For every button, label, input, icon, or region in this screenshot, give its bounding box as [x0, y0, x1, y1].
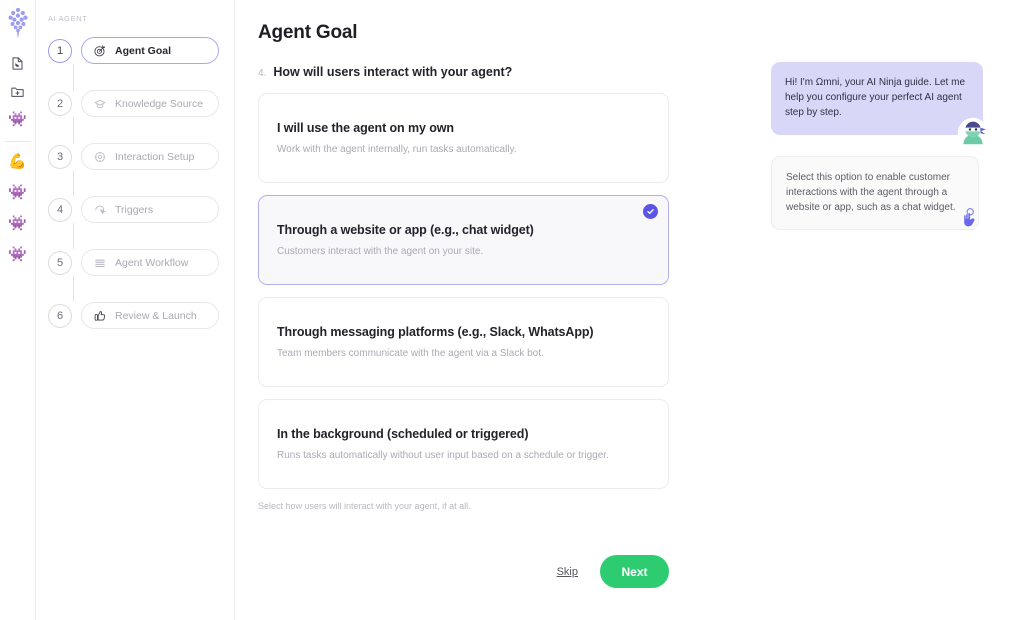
step-number-6: 6 [48, 303, 72, 328]
assistant-message-bubble: Hi! I'm Ωmni, your AI Ninja guide. Let m… [771, 62, 989, 149]
folder-plus-icon [11, 87, 24, 97]
step-connector [73, 64, 74, 90]
option-card-own-use[interactable]: I will use the agent on my own Work with… [258, 93, 669, 183]
skip-button[interactable]: Skip [557, 566, 578, 578]
step-pill-agent-goal[interactable]: Agent Goal [81, 37, 219, 64]
thumbs-up-icon [92, 308, 107, 323]
question-number: 4. [258, 68, 267, 79]
page-title: Agent Goal [258, 22, 358, 43]
robot-face-icon: 👾 [8, 110, 27, 128]
step-pill-review-launch[interactable]: Review & Launch [81, 302, 219, 329]
target-dart-icon [92, 43, 107, 58]
stepper-sidebar: AI AGENT 1 Agent Goal 2 Knowledge Source… [36, 0, 235, 620]
rail-item-agent-4[interactable]: 👾 [5, 241, 31, 267]
page-fold-icon [12, 56, 23, 70]
sidebar-item-review-launch[interactable]: 6 Review & Launch [48, 302, 234, 329]
step-pill-agent-workflow[interactable]: Agent Workflow [81, 249, 219, 276]
rail-item-agent-3[interactable]: 👾 [5, 210, 31, 236]
rail-item-agent-1[interactable]: 👾 [5, 106, 31, 132]
stacked-lines-icon [92, 255, 107, 270]
step-pill-triggers[interactable]: Triggers [81, 196, 219, 223]
rail-divider [4, 141, 31, 142]
sidebar-item-triggers[interactable]: 4 Triggers [48, 196, 234, 223]
robot-face-icon: 👾 [8, 214, 27, 232]
option-title: I will use the agent on my own [277, 121, 454, 135]
option-title: Through messaging platforms (e.g., Slack… [277, 325, 594, 339]
step-label-interaction-setup: Interaction Setup [115, 150, 195, 163]
option-subtitle: Customers interact with the agent on you… [277, 246, 484, 257]
step-label-agent-goal: Agent Goal [115, 44, 172, 57]
rail-item-pages[interactable] [5, 50, 31, 76]
next-button[interactable]: Next [600, 555, 669, 588]
step-number-3: 3 [48, 144, 72, 169]
ninja-avatar [957, 117, 989, 149]
option-card-messaging-platforms[interactable]: Through messaging platforms (e.g., Slack… [258, 297, 669, 387]
icon-rail: 👾 💪 👾 👾 👾 [0, 0, 36, 620]
rail-item-strength[interactable]: 💪 [5, 148, 31, 174]
gear-icon [92, 149, 107, 164]
option-title: In the background (scheduled or triggere… [277, 427, 529, 441]
rail-item-agent-2[interactable]: 👾 [5, 179, 31, 205]
stepper-section-label: AI AGENT [48, 14, 88, 23]
robot-face-icon: 👾 [8, 245, 27, 263]
rail-item-new-folder[interactable] [5, 78, 31, 104]
cursor-click-icon [92, 202, 107, 217]
option-subtitle: Team members communicate with the agent … [277, 348, 544, 359]
step-label-triggers: Triggers [115, 203, 154, 216]
step-number-4: 4 [48, 197, 72, 222]
assistant-chat-panel: Hi! I'm Ωmni, your AI Ninja guide. Let m… [771, 62, 1011, 231]
flexed-bicep-icon: 💪 [8, 152, 27, 170]
pointing-hand-cursor [964, 207, 975, 226]
graduation-cap-icon [92, 96, 107, 111]
step-label-agent-workflow: Agent Workflow [115, 256, 189, 269]
sidebar-item-interaction-setup[interactable]: 3 Interaction Setup [48, 143, 234, 170]
step-number-5: 5 [48, 250, 72, 275]
option-subtitle: Runs tasks automatically without user in… [277, 450, 609, 461]
step-label-knowledge-source: Knowledge Source [115, 97, 204, 110]
step-connector [73, 276, 74, 302]
step-connector [73, 170, 74, 196]
check-icon [647, 209, 654, 215]
sidebar-item-knowledge-source[interactable]: 2 Knowledge Source [48, 90, 234, 117]
selected-check-badge [643, 204, 658, 219]
option-subtitle: Work with the agent internally, run task… [277, 144, 517, 155]
step-connector [73, 223, 74, 249]
step-number-1: 1 [48, 38, 72, 63]
step-pill-interaction-setup[interactable]: Interaction Setup [81, 143, 219, 170]
grape-cluster-logo[interactable] [5, 6, 31, 38]
option-card-website-app[interactable]: Through a website or app (e.g., chat wid… [258, 195, 669, 285]
option-card-background[interactable]: In the background (scheduled or triggere… [258, 399, 669, 489]
assistant-hint-text: Select this option to enable customer in… [786, 171, 956, 213]
question-text: How will users interact with your agent? [273, 65, 513, 79]
step-label-review-launch: Review & Launch [115, 309, 197, 322]
app-root: 👾 💪 👾 👾 👾 AI AGENT 1 Agent Goal 2 Knowle… [0, 0, 1024, 620]
sidebar-item-agent-goal[interactable]: 1 Agent Goal [48, 37, 234, 64]
sidebar-item-agent-workflow[interactable]: 5 Agent Workflow [48, 249, 234, 276]
form-actions: Skip Next [258, 555, 669, 588]
helper-text: Select how users will interact with your… [258, 501, 471, 511]
option-card-list: I will use the agent on my own Work with… [258, 93, 669, 511]
assistant-hint-bubble: Select this option to enable customer in… [771, 155, 979, 231]
option-title: Through a website or app (e.g., chat wid… [277, 223, 534, 237]
step-connector [73, 117, 74, 143]
step-pill-knowledge-source[interactable]: Knowledge Source [81, 90, 219, 117]
assistant-message-text: Hi! I'm Ωmni, your AI Ninja guide. Let m… [785, 77, 966, 119]
stepper-list: 1 Agent Goal 2 Knowledge Source 3 Intera… [36, 37, 234, 329]
robot-face-icon: 👾 [8, 183, 27, 201]
step-number-2: 2 [48, 91, 72, 116]
